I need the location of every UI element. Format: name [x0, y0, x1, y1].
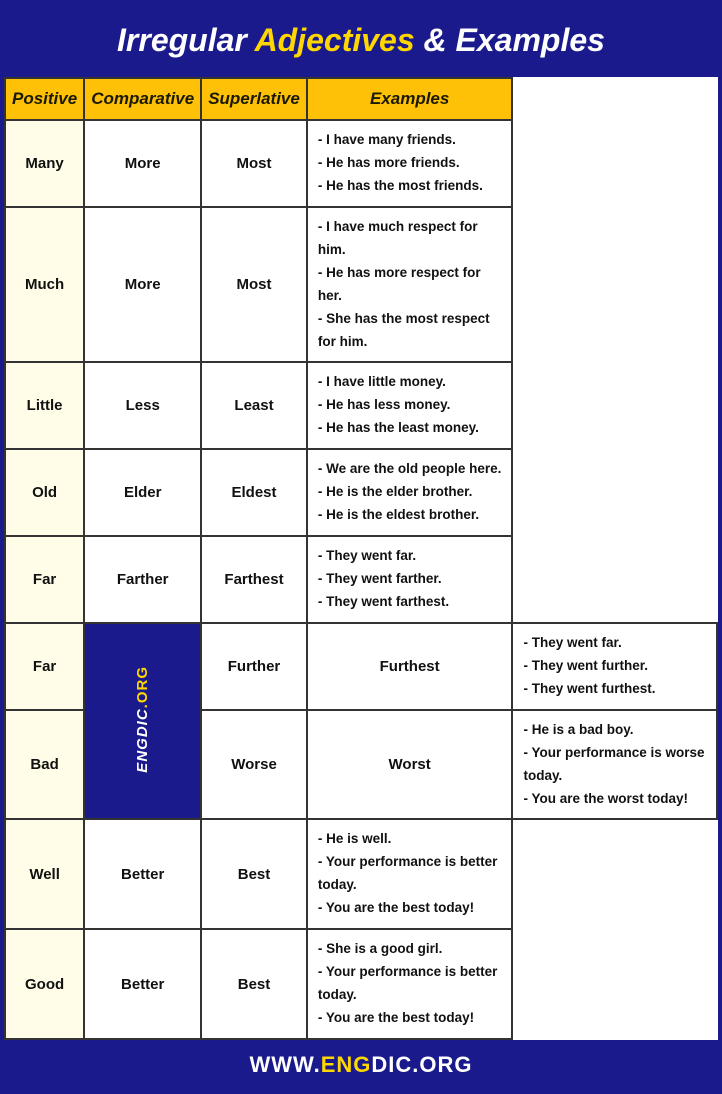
positive-cell: Many: [5, 120, 84, 207]
example-line: - You are the best today!: [318, 1010, 474, 1025]
example-line: - He has more respect for her.: [318, 265, 481, 303]
comparative-cell: Worse: [201, 710, 307, 820]
example-line: - He is the eldest brother.: [318, 507, 479, 522]
superlative-cell: Farthest: [201, 536, 307, 623]
example-line: - You are the worst today!: [523, 791, 688, 806]
comparative-cell: Better: [84, 929, 201, 1039]
adjectives-table: Positive Comparative Superlative Example…: [4, 77, 718, 1040]
footer-label: WWW.ENGDIC.ORG: [14, 1052, 708, 1078]
col-positive: Positive: [5, 78, 84, 120]
positive-cell: Well: [5, 819, 84, 929]
comparative-cell: Further: [201, 623, 307, 710]
table-row: OldElderEldest- We are the old people he…: [5, 449, 717, 536]
example-line: - He has the most friends.: [318, 178, 483, 193]
comparative-cell: Less: [84, 362, 201, 449]
example-line: - They went far.: [318, 548, 416, 563]
examples-cell: - I have little money. - He has less mone…: [307, 362, 513, 449]
title-part1: Irregular: [117, 22, 255, 58]
watermark-badge: ENGDIC.ORG: [84, 623, 201, 820]
example-line: - Your performance is better today.: [318, 854, 498, 892]
card: Irregular Adjectives & Examples Positive…: [0, 0, 722, 1094]
comparative-cell: More: [84, 207, 201, 363]
table-header-row: Positive Comparative Superlative Example…: [5, 78, 717, 120]
example-line: - You are the best today!: [318, 900, 474, 915]
footer-highlight: ENG: [321, 1052, 372, 1077]
col-examples: Examples: [307, 78, 513, 120]
table-row: ManyMoreMost - I have many friends. - He h…: [5, 120, 717, 207]
positive-cell: Old: [5, 449, 84, 536]
col-comparative: Comparative: [84, 78, 201, 120]
example-line: - They went farthest.: [318, 594, 449, 609]
col-superlative: Superlative: [201, 78, 307, 120]
examples-cell: - She is a good girl. - Your performance …: [307, 929, 513, 1039]
examples-cell: - He is well. - Your performance is bette…: [307, 819, 513, 929]
comparative-cell: More: [84, 120, 201, 207]
positive-cell: Bad: [5, 710, 84, 820]
example-line: - They went further.: [523, 658, 648, 673]
example-line: - He is the elder brother.: [318, 484, 473, 499]
example-line: - He is a bad boy.: [523, 722, 633, 737]
positive-cell: Little: [5, 362, 84, 449]
header: Irregular Adjectives & Examples: [4, 4, 718, 77]
comparative-cell: Elder: [84, 449, 201, 536]
superlative-cell: Eldest: [201, 449, 307, 536]
example-line: - I have little money.: [318, 374, 446, 389]
example-line: - They went farther.: [318, 571, 442, 586]
examples-cell: - They went far. - They went further. - Th…: [512, 623, 717, 710]
title: Irregular Adjectives & Examples: [14, 22, 708, 59]
table-row: FarENGDIC.ORGFurtherFurthest- They went …: [5, 623, 717, 710]
examples-cell: - I have many friends. - He has more frie…: [307, 120, 513, 207]
table-row: LittleLessLeast - I have little money. - H…: [5, 362, 717, 449]
table-row: WellBetterBest - He is well. - Your perfor…: [5, 819, 717, 929]
example-line: - They went furthest.: [523, 681, 655, 696]
superlative-cell: Best: [201, 819, 307, 929]
comparative-cell: Better: [84, 819, 201, 929]
title-highlight: Adjectives: [255, 22, 415, 58]
example-line: - He has the least money.: [318, 420, 479, 435]
positive-cell: Good: [5, 929, 84, 1039]
examples-cell: - He is a bad boy. - Your performance is …: [512, 710, 717, 820]
superlative-cell: Most: [201, 120, 307, 207]
comparative-cell: Farther: [84, 536, 201, 623]
positive-cell: Much: [5, 207, 84, 363]
superlative-cell: Most: [201, 207, 307, 363]
example-line: - Your performance is better today.: [318, 964, 498, 1002]
example-line: - He is well.: [318, 831, 392, 846]
superlative-cell: Best: [201, 929, 307, 1039]
example-line: - We are the old people here.: [318, 461, 502, 476]
example-line: - Your performance is worse today.: [523, 745, 704, 783]
superlative-cell: Worst: [307, 710, 513, 820]
table-row: MuchMoreMost- I have much respect for hi…: [5, 207, 717, 363]
examples-cell: - They went far. - They went farther. - Th…: [307, 536, 513, 623]
table-row: GoodBetterBest - She is a good girl. - You…: [5, 929, 717, 1039]
superlative-cell: Furthest: [307, 623, 513, 710]
example-line: - I have many friends.: [318, 132, 456, 147]
title-part2: & Examples: [415, 22, 605, 58]
examples-cell: - We are the old people here. - He is the…: [307, 449, 513, 536]
example-line: - He has less money.: [318, 397, 451, 412]
footer: WWW.ENGDIC.ORG: [4, 1040, 718, 1090]
superlative-cell: Least: [201, 362, 307, 449]
positive-cell: Far: [5, 623, 84, 710]
example-line: - She is a good girl.: [318, 941, 443, 956]
example-line: - She has the most respect for him.: [318, 311, 490, 349]
example-line: - They went far.: [523, 635, 621, 650]
table-row: FarFartherFarthest- They went far.- They…: [5, 536, 717, 623]
example-line: - He has more friends.: [318, 155, 460, 170]
examples-cell: - I have much respect for him. - He has m…: [307, 207, 513, 363]
positive-cell: Far: [5, 536, 84, 623]
example-line: - I have much respect for him.: [318, 219, 478, 257]
